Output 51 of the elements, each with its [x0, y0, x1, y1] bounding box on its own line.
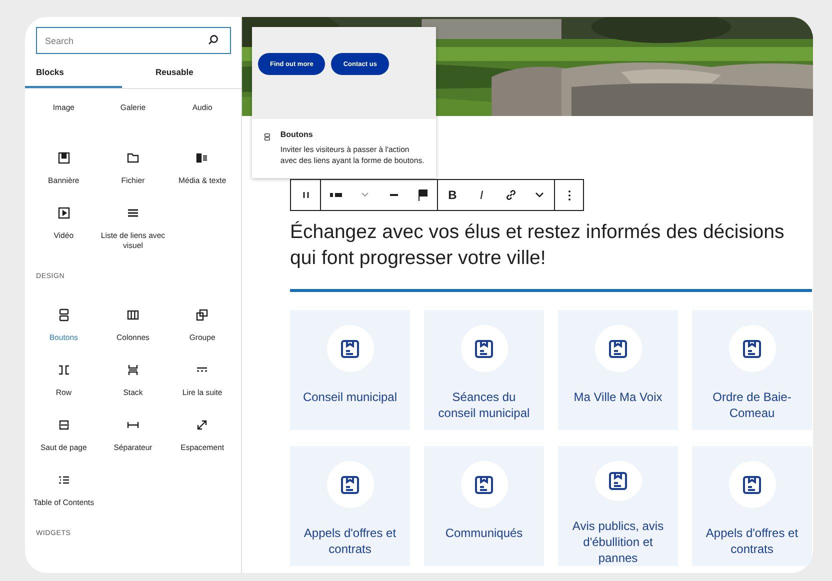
- category-card[interactable]: Séances du conseil municipal: [424, 310, 544, 430]
- block-icon: [56, 308, 71, 322]
- document-icon: [742, 338, 762, 358]
- category-card[interactable]: Communiqués: [424, 446, 544, 566]
- category-card[interactable]: Appels d'offres et contrats: [692, 446, 812, 566]
- flag-icon: [418, 189, 428, 201]
- preview-title: Boutons: [280, 130, 314, 139]
- tab[interactable]: Reusable: [122, 58, 241, 88]
- block-icon: [56, 418, 71, 432]
- document-icon: [474, 338, 494, 358]
- search-field[interactable]: Search: [36, 27, 231, 54]
- block-icon: [56, 151, 71, 165]
- block-icon: [126, 363, 140, 377]
- category-card[interactable]: Ordre de Baie-Comeau: [692, 310, 812, 430]
- dash-icon: [390, 194, 398, 196]
- document-icon: [340, 338, 360, 358]
- document-icon: [474, 474, 494, 494]
- card-label: Communiqués: [444, 525, 524, 541]
- card-label: Appels d'offres et contrats: [704, 525, 800, 557]
- link-icon: [504, 189, 516, 201]
- block-icon: [56, 206, 71, 220]
- chevron-down-icon: [535, 192, 544, 198]
- category-card[interactable]: Appels d'offres et contrats: [290, 446, 410, 566]
- card-label: Séances du conseil municipal: [437, 389, 531, 421]
- block-icon: [195, 151, 210, 165]
- block-icon: [195, 308, 210, 322]
- block-icon: [195, 418, 210, 432]
- bold-button[interactable]: B: [438, 180, 467, 210]
- chevron-down-icon: [360, 192, 368, 198]
- heading: Échangez avec vos élus et restez informés des décisions qui font progresser votre ville!: [290, 220, 786, 271]
- document-icon: [742, 474, 762, 494]
- document-icon: [340, 474, 360, 494]
- card-label: Avis publics, avis d'ébullition et pannes: [571, 518, 665, 566]
- card-label: Ma Ville Ma Voix: [572, 389, 664, 405]
- more-vertical-icon: [568, 190, 570, 200]
- category-card[interactable]: Avis publics, avis d'ébullition et pannes: [558, 446, 678, 566]
- tab[interactable]: Blocks: [25, 58, 122, 88]
- search-icon: [207, 34, 219, 46]
- block-icon: [126, 151, 140, 165]
- card-label: Appels d'offres et contrats: [302, 525, 398, 557]
- block-icon: [126, 308, 140, 322]
- document-icon: [608, 471, 628, 491]
- drag-icon: [302, 191, 308, 199]
- italic-button[interactable]: I: [467, 180, 496, 210]
- category-card[interactable]: Conseil municipal: [290, 310, 410, 430]
- card-label: Ordre de Baie-Comeau: [712, 389, 792, 421]
- document-icon: [608, 338, 628, 358]
- align-icon: [330, 191, 342, 199]
- block-icon: [56, 363, 71, 377]
- category-card[interactable]: Ma Ville Ma Voix: [558, 310, 678, 430]
- card-label: Conseil municipal: [302, 389, 398, 405]
